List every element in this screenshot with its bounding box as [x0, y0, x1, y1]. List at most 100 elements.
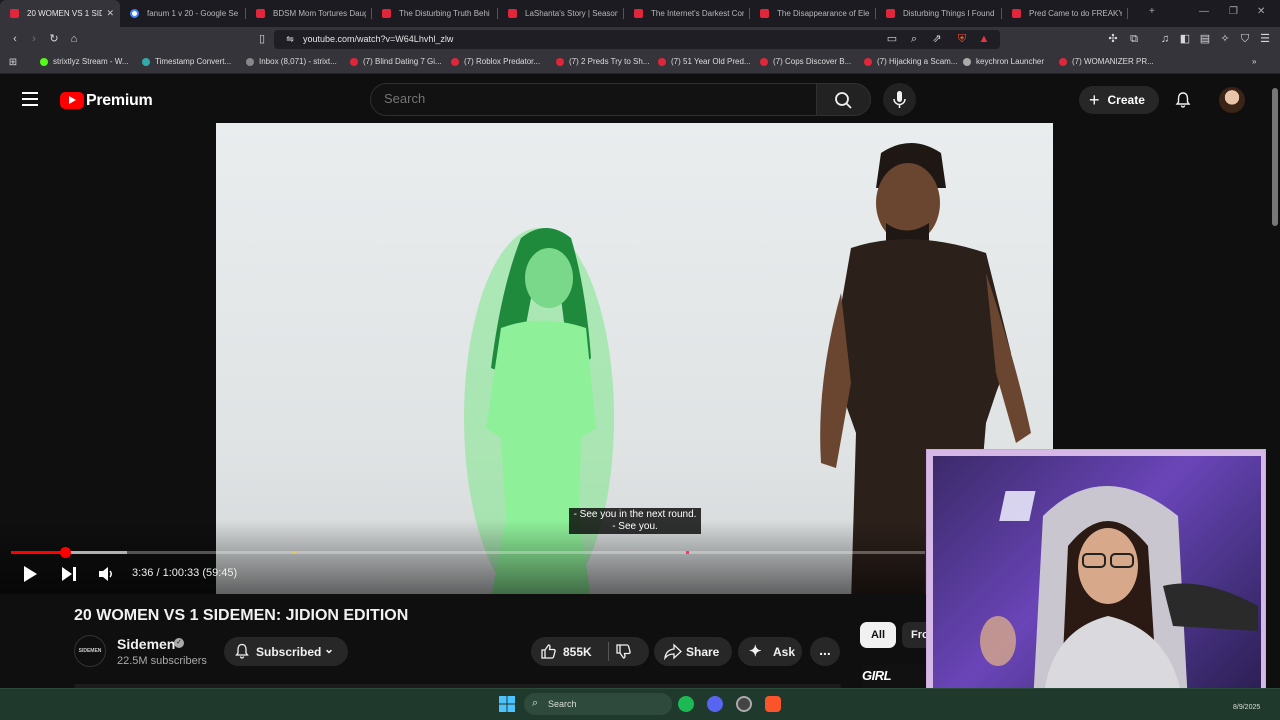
channel-avatar[interactable]: SIDEMEN	[74, 635, 106, 667]
verified-badge-icon: ✓	[174, 638, 184, 648]
webcam-feed	[933, 456, 1261, 704]
search-input[interactable]	[384, 91, 804, 106]
vpn-icon[interactable]: ⛉	[1238, 32, 1252, 46]
extensions-icon[interactable]: ✣	[1106, 32, 1120, 46]
bookmark-label: strixtlyz Stream - W...	[53, 57, 129, 66]
browser-tab[interactable]: LaShanta's Story | Season	[498, 0, 624, 27]
voice-search-button[interactable]	[883, 83, 916, 116]
bookmark-favicon-icon	[556, 57, 564, 66]
maximize-icon[interactable]: ❐	[1229, 6, 1238, 17]
media-icon[interactable]: ♫	[1158, 32, 1172, 46]
windows-start-icon[interactable]	[499, 696, 515, 712]
wallet-icon[interactable]: ▤	[1198, 32, 1212, 46]
bookmark-label: (7) 2 Preds Try to Sh...	[569, 57, 650, 66]
discord-icon[interactable]	[707, 696, 723, 712]
bookmark-favicon-icon	[142, 57, 150, 66]
filter-chip-all[interactable]: All	[860, 622, 896, 648]
bookmark-item[interactable]: Timestamp Convert...	[142, 57, 231, 66]
browser-tab[interactable]: 20 WOMEN VS 1 SIDE ✕	[0, 0, 120, 27]
recommended-thumbnail[interactable]: GIRL FORC	[862, 665, 926, 687]
minimize-icon[interactable]: —	[1199, 6, 1209, 17]
menu-icon[interactable]: ☰	[1258, 32, 1272, 46]
youtube-favicon-icon	[634, 9, 643, 18]
browser-tab-label: Disturbing Things I Found	[903, 9, 995, 18]
thumbs-down-icon[interactable]	[615, 643, 632, 660]
reload-icon[interactable]: ↻	[47, 32, 61, 46]
bookmark-item[interactable]: (7) Roblox Predator...	[451, 57, 540, 66]
close-window-icon[interactable]: ✕	[1257, 6, 1265, 17]
player-controls-gradient	[0, 520, 925, 594]
leo-icon[interactable]: ✧	[1218, 32, 1232, 46]
brave-shield-icon[interactable]: ⛨	[955, 32, 969, 46]
brave-rewards-icon[interactable]: ▲	[977, 32, 991, 46]
back-icon[interactable]: ‹	[8, 32, 22, 46]
scrollbar-thumb[interactable]	[1272, 88, 1278, 226]
browser-tab[interactable]: Disturbing Things I Found	[876, 0, 1002, 27]
play-icon[interactable]	[21, 565, 39, 583]
browser-tab[interactable]: The Disappearance of Ele	[750, 0, 876, 27]
site-info-icon[interactable]: ⇋	[283, 32, 297, 46]
volume-icon[interactable]	[97, 565, 115, 583]
bookmark-item[interactable]: (7) WOMANIZER PR...	[1059, 57, 1154, 66]
sidebar-icon[interactable]: ◧	[1178, 32, 1192, 46]
create-button[interactable]: + Create	[1079, 86, 1159, 114]
streamer-figure	[980, 486, 1258, 704]
bookmark-item[interactable]: (7) Cops Discover B...	[760, 57, 851, 66]
cast-icon[interactable]: ▭	[885, 32, 899, 46]
taskbar-search[interactable]: ⌕ Search	[524, 693, 672, 715]
new-tab-icon[interactable]: +	[1149, 6, 1155, 17]
screenshot-icon[interactable]: ⧉	[1127, 32, 1141, 46]
share-page-icon[interactable]: ⇗	[930, 32, 944, 46]
bookmark-label: keychron Launcher	[976, 57, 1045, 66]
close-tab-icon[interactable]: ✕	[106, 8, 114, 19]
premium-logo-text[interactable]: Premium	[86, 92, 153, 110]
bookmark-item[interactable]: (7) 51 Year Old Pred...	[658, 57, 751, 66]
guide-menu-icon[interactable]	[22, 92, 38, 106]
next-video-icon[interactable]	[60, 566, 78, 582]
subscriber-count: 22.5M subscribers	[117, 655, 207, 667]
browser-tab[interactable]: Pred Came to do FREAKY	[1002, 0, 1128, 27]
subscribed-label: Subscribed	[256, 644, 322, 659]
bookmarks-overflow-icon[interactable]: »	[1252, 57, 1256, 66]
progress-played	[11, 551, 66, 554]
browser-tab-label: The Internet's Darkest Cor	[651, 9, 744, 18]
bookmark-label: (7) WOMANIZER PR...	[1072, 57, 1154, 66]
forward-icon[interactable]: ›	[27, 32, 41, 46]
more-actions-button[interactable]: ...	[810, 637, 840, 666]
spotify-icon[interactable]	[678, 696, 694, 712]
bookmark-item[interactable]: Inbox (8,071) - strixt...	[246, 57, 337, 66]
bookmark-item[interactable]: (7) Hijacking a Scam...	[864, 57, 957, 66]
subscribed-button[interactable]: Subscribed ⌄	[224, 637, 348, 666]
bookmark-label: (7) Roblox Predator...	[464, 57, 541, 66]
bookmark-page-icon[interactable]: ▯	[255, 32, 269, 46]
account-avatar[interactable]	[1219, 87, 1245, 113]
ask-button[interactable]: ✦ Ask	[738, 637, 802, 666]
bookmark-item[interactable]: (7) Blind Dating 7 Gi...	[350, 57, 442, 66]
url-text[interactable]: youtube.com/watch?v=W64Lhvhl_zlw	[303, 34, 453, 44]
bookmark-label: (7) Blind Dating 7 Gi...	[363, 57, 442, 66]
youtube-favicon-icon	[508, 9, 517, 18]
bell-icon	[235, 643, 249, 659]
browser-tab[interactable]: The Disturbing Truth Behi	[372, 0, 498, 27]
apps-grid-icon[interactable]: ⊞	[6, 56, 20, 70]
browser-tab[interactable]: BDSM Mom Tortures Daug	[246, 0, 372, 27]
obs-icon[interactable]	[736, 696, 752, 712]
browser-tab[interactable]: fanum 1 v 20 - Google Se	[120, 0, 246, 27]
closed-caption: - See you in the next round. - See you.	[569, 508, 701, 534]
brave-browser-icon[interactable]	[765, 696, 781, 712]
channel-name[interactable]: Sidemen	[117, 636, 175, 652]
share-button[interactable]: Share	[654, 637, 732, 666]
youtube-favicon-icon	[760, 9, 769, 18]
bookmark-item[interactable]: strixtlyz Stream - W...	[40, 57, 129, 66]
browser-tab[interactable]: The Internet's Darkest Cor	[624, 0, 750, 27]
bookmark-favicon-icon	[658, 57, 666, 66]
youtube-logo-icon[interactable]	[60, 92, 84, 109]
search-button[interactable]	[816, 83, 871, 116]
zoom-icon[interactable]: ⌕	[907, 32, 921, 46]
notifications-bell-icon[interactable]	[1174, 91, 1192, 109]
progress-bar[interactable]	[11, 551, 925, 554]
bookmark-item[interactable]: (7) 2 Preds Try to Sh...	[556, 57, 649, 66]
home-icon[interactable]: ⌂	[67, 32, 81, 46]
bookmark-item[interactable]: keychron Launcher	[963, 57, 1044, 66]
bookmark-label: Timestamp Convert...	[155, 57, 232, 66]
